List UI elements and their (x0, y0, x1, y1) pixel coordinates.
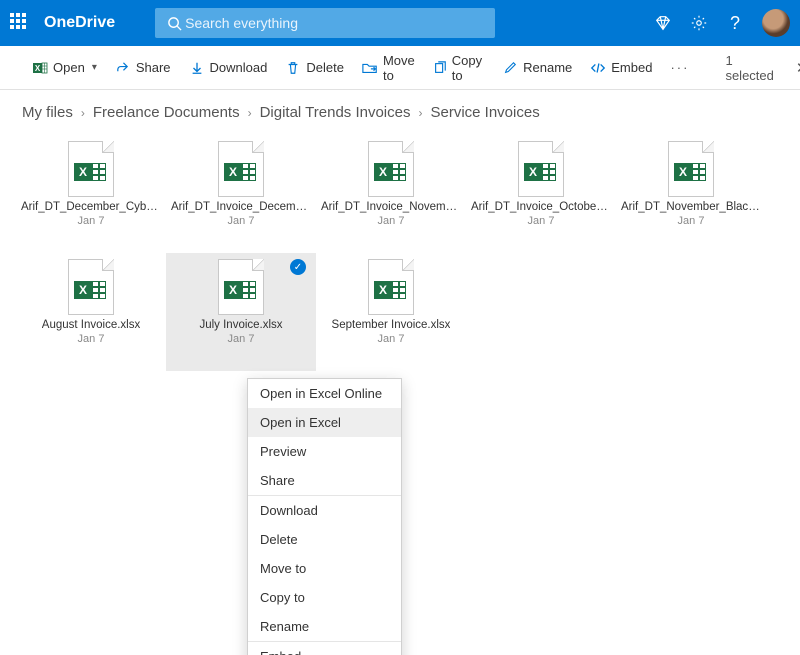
breadcrumb-segment[interactable]: Digital Trends Invoices (260, 104, 411, 121)
file-date: Jan 7 (378, 215, 405, 227)
search-icon (165, 14, 183, 32)
file-date: Jan 7 (228, 215, 255, 227)
file-date: Jan 7 (378, 333, 405, 345)
help-icon[interactable]: ? (726, 14, 744, 32)
rename-icon (502, 60, 518, 76)
selected-check-icon: ✓ (290, 259, 306, 275)
copyto-icon (433, 60, 447, 76)
moveto-icon (362, 60, 378, 76)
excel-file-icon: X (218, 141, 264, 197)
header-right: ? (654, 9, 790, 37)
file-grid: X Arif_DT_December_Cyber_... Jan 7 X Arif_DT… (10, 135, 790, 371)
excel-file-icon: X (668, 141, 714, 197)
copyto-button[interactable]: Copy to (433, 53, 484, 83)
selection-count: 1 selected (725, 53, 773, 83)
file-name: September Invoice.xlsx (332, 319, 451, 331)
context-menu-item[interactable]: Copy to (248, 583, 401, 612)
excel-file-icon: X (68, 141, 114, 197)
context-menu-item[interactable]: Embed (248, 642, 401, 655)
share-label: Share (136, 60, 171, 75)
context-menu-item[interactable]: Move to (248, 554, 401, 583)
file-date: Jan 7 (78, 333, 105, 345)
context-menu-item[interactable]: Preview (248, 437, 401, 466)
app-launcher-icon[interactable] (10, 13, 30, 33)
file-name: July Invoice.xlsx (199, 319, 282, 331)
rename-button[interactable]: Rename (502, 60, 572, 76)
settings-icon[interactable] (690, 14, 708, 32)
open-label: Open (53, 60, 85, 75)
embed-button[interactable]: Embed (590, 60, 652, 76)
excel-file-icon: X (68, 259, 114, 315)
breadcrumb-segment[interactable]: My files (22, 104, 73, 121)
breadcrumb-segment[interactable]: Service Invoices (430, 104, 539, 121)
clear-selection-button[interactable]: ✕ (796, 57, 800, 79)
user-avatar[interactable] (762, 9, 790, 37)
file-item[interactable]: X August Invoice.xlsx Jan 7 (16, 253, 166, 371)
file-name: August Invoice.xlsx (42, 319, 140, 331)
context-menu-item[interactable]: Open in Excel Online (248, 379, 401, 408)
file-item[interactable]: X Arif_DT_December_Cyber_... Jan 7 (16, 135, 166, 253)
command-bar: X Open ▾ Share Download Delete Move to C… (0, 46, 800, 90)
copyto-label: Copy to (452, 53, 484, 83)
embed-label: Embed (611, 60, 652, 75)
search-box[interactable] (155, 8, 495, 38)
app-brand: OneDrive (44, 14, 115, 32)
file-name: Arif_DT_December_Cyber_... (21, 201, 161, 213)
download-icon (189, 60, 205, 76)
excel-file-icon: X (368, 259, 414, 315)
delete-icon (285, 60, 301, 76)
share-button[interactable]: Share (115, 60, 171, 76)
rename-label: Rename (523, 60, 572, 75)
context-menu-item[interactable]: Download (248, 496, 401, 525)
embed-icon (590, 60, 606, 76)
excel-icon: X (32, 60, 48, 76)
file-item[interactable]: X September Invoice.xlsx Jan 7 (316, 253, 466, 371)
excel-file-icon: X (368, 141, 414, 197)
file-date: Jan 7 (228, 333, 255, 345)
download-button[interactable]: Download (189, 60, 268, 76)
context-menu-item[interactable]: Share (248, 466, 401, 495)
share-icon (115, 60, 131, 76)
file-date: Jan 7 (78, 215, 105, 227)
delete-button[interactable]: Delete (285, 60, 344, 76)
open-button[interactable]: X Open ▾ (32, 60, 97, 76)
context-menu-item[interactable]: Open in Excel (248, 408, 401, 437)
content-area: My files › Freelance Documents › Digital Tre… (0, 90, 800, 655)
app-header: OneDrive ? (0, 0, 800, 46)
breadcrumb-separator: › (418, 106, 422, 120)
delete-label: Delete (306, 60, 344, 75)
breadcrumb-separator: › (81, 106, 85, 120)
context-menu: Open in Excel OnlineOpen in ExcelPreview… (247, 378, 402, 655)
more-actions-button[interactable]: ··· (670, 60, 689, 75)
file-name: Arif_DT_Invoice_December... (171, 201, 311, 213)
context-menu-item[interactable]: Rename (248, 612, 401, 641)
download-label: Download (210, 60, 268, 75)
excel-file-icon: X (518, 141, 564, 197)
moveto-label: Move to (383, 53, 415, 83)
file-name: Arif_DT_Invoice_October_2... (471, 201, 611, 213)
file-name: Arif_DT_Invoice_November... (321, 201, 461, 213)
file-name: Arif_DT_November_Black_F... (621, 201, 761, 213)
context-menu-item[interactable]: Delete (248, 525, 401, 554)
file-date: Jan 7 (678, 215, 705, 227)
file-date: Jan 7 (528, 215, 555, 227)
search-input[interactable] (183, 14, 485, 32)
moveto-button[interactable]: Move to (362, 53, 415, 83)
breadcrumb-separator: › (248, 106, 252, 120)
file-item[interactable]: X Arif_DT_November_Black_F... Jan 7 (616, 135, 766, 253)
chevron-down-icon: ▾ (92, 62, 97, 73)
excel-file-icon: X (218, 259, 264, 315)
file-item[interactable]: X Arif_DT_Invoice_December... Jan 7 (166, 135, 316, 253)
breadcrumb: My files › Freelance Documents › Digital Tre… (10, 98, 790, 135)
premium-icon[interactable] (654, 14, 672, 32)
file-item[interactable]: ✓ X July Invoice.xlsx Jan 7 (166, 253, 316, 371)
file-item[interactable]: X Arif_DT_Invoice_November... Jan 7 (316, 135, 466, 253)
file-item[interactable]: X Arif_DT_Invoice_October_2... Jan 7 (466, 135, 616, 253)
svg-text:X: X (35, 64, 41, 73)
breadcrumb-segment[interactable]: Freelance Documents (93, 104, 240, 121)
